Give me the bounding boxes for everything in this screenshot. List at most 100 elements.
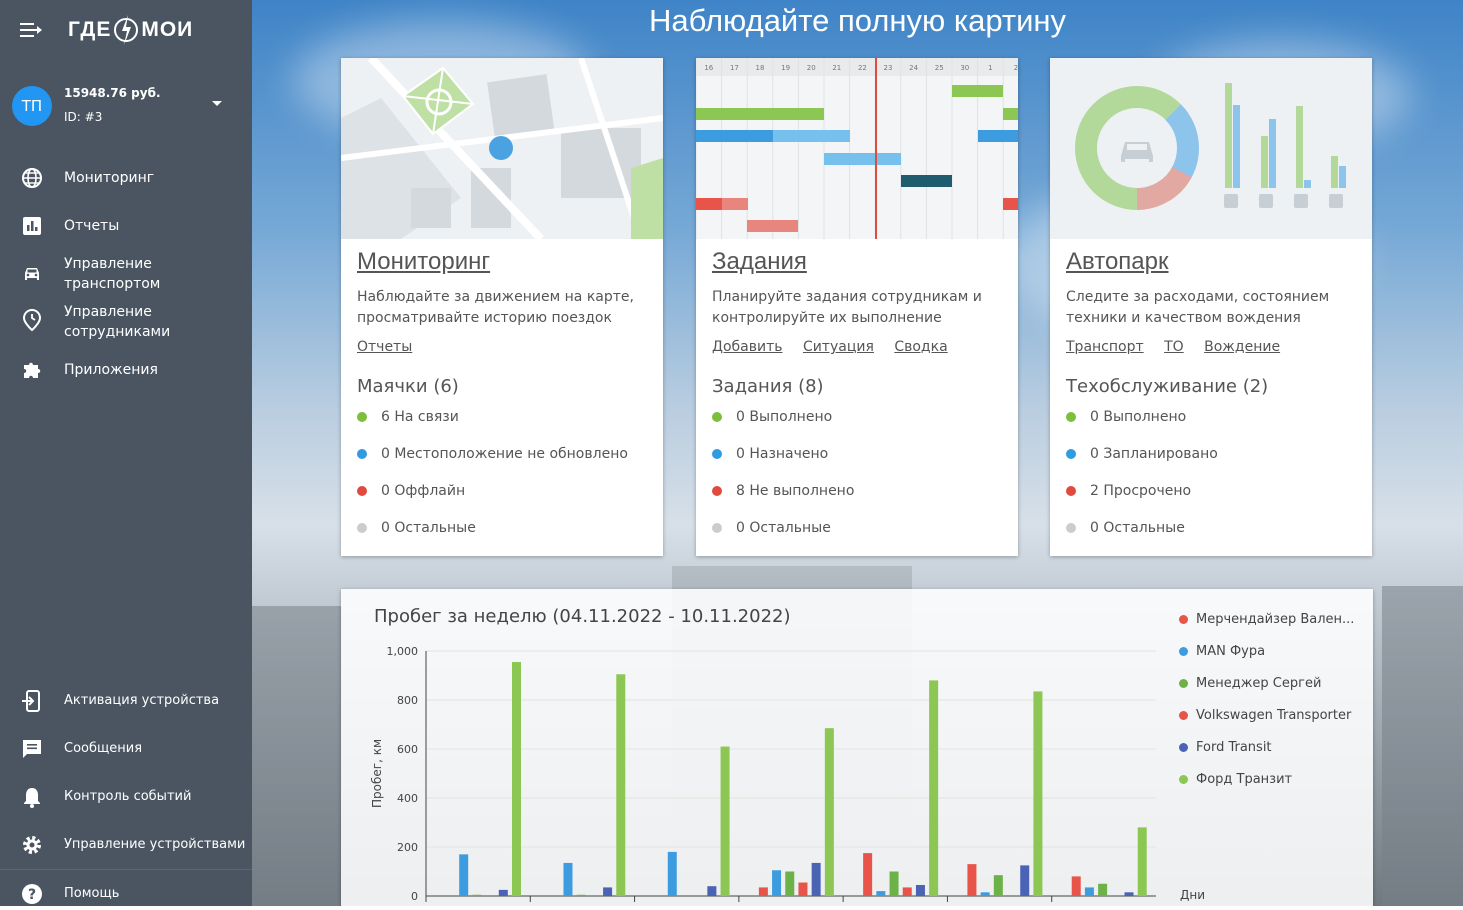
legend-item[interactable]: Мерчендайзер Вален... [1179, 603, 1354, 635]
bar-chart-icon [20, 214, 44, 238]
map-illustration [341, 58, 663, 239]
gantt-day-label: 20 [807, 64, 816, 72]
gantt-illustration: 16 17 18 19 20 21 22 23 24 25 30 1 2 [696, 58, 1018, 239]
gantt-day-label: 1 [988, 64, 992, 72]
sidebar-item-messages[interactable]: Сообщения [0, 737, 252, 761]
sidebar-item-device-activation[interactable]: Активация устройства [0, 689, 252, 713]
chart-bar [785, 871, 795, 896]
sidebar-item-label-2: транспортом [64, 276, 161, 292]
link-summary[interactable]: Сводка [894, 339, 947, 355]
gear-icon [20, 833, 44, 857]
status-dot [357, 412, 367, 422]
card-title-tasks[interactable]: Задания [712, 248, 807, 276]
y-tick-label: 600 [397, 743, 418, 756]
chart-bar [967, 864, 977, 896]
sidebar-item-label: Активация устройства [64, 693, 220, 708]
card-title-fleet[interactable]: Автопарк [1066, 248, 1169, 276]
gantt-day-label: 22 [858, 64, 867, 72]
gantt-bar [696, 130, 773, 142]
account-balance: 15948.76 руб. [64, 86, 161, 100]
legend-item[interactable]: Ford Transit [1179, 731, 1354, 763]
legend-label: Менеджер Сергей [1196, 675, 1322, 691]
stat-assigned: 0 Назначено [712, 446, 828, 462]
help-icon: ? [20, 882, 44, 906]
card-links: Отчеты [357, 339, 428, 355]
chart-bar [616, 674, 626, 896]
gantt-day-label: 24 [909, 64, 918, 72]
sidebar-item-label-2: сотрудниками [64, 324, 171, 340]
chevron-down-icon[interactable] [212, 101, 222, 106]
sidebar-item-reports[interactable]: Отчеты [0, 214, 252, 238]
chart-bar [603, 887, 613, 896]
sidebar-item-label: Помощь [64, 886, 120, 901]
sidebar-item-transport[interactable]: Управление транспортом [0, 254, 252, 294]
stat-label: 0 Остальные [736, 520, 831, 536]
globe-icon [20, 166, 44, 190]
link-add[interactable]: Добавить [712, 339, 782, 355]
legend-item[interactable]: Volkswagen Transporter [1179, 699, 1354, 731]
chart-bar [576, 894, 586, 896]
stat-done: 0 Выполнено [1066, 409, 1186, 425]
sidebar-item-label: Сообщения [64, 741, 143, 756]
sidebar-item-device-management[interactable]: Управление устройствами [0, 833, 252, 857]
legend-dot [1179, 678, 1188, 688]
sidebar-item-label: Управление [64, 304, 152, 320]
card-tasks: 16 17 18 19 20 21 22 23 24 25 30 1 2 Задания Планиру… [696, 58, 1018, 556]
status-dot [1066, 449, 1076, 459]
link-reports[interactable]: Отчеты [357, 339, 412, 355]
stat-label: 0 Выполнено [1090, 409, 1187, 425]
chart-bar [798, 882, 808, 896]
fleet-illustration [1050, 58, 1372, 239]
menu-toggle-icon[interactable] [20, 21, 42, 39]
stat-label: 0 Остальные [1090, 520, 1185, 536]
chart-bar [512, 662, 521, 896]
car-icon [20, 262, 44, 286]
sidebar-item-label: Приложения [64, 362, 158, 378]
sidebar-item-apps[interactable]: Приложения [0, 358, 252, 382]
mileage-chart-card: 0 200 400 600 800 1,000 Пробег, км Дни Пробег з… [341, 589, 1373, 906]
legend-label: Volkswagen Transporter [1196, 707, 1352, 723]
stat-other: 0 Остальные [1066, 520, 1185, 536]
stat-heading: Техобслуживание (2) [1066, 376, 1269, 397]
gantt-day-label: 2 [1014, 64, 1018, 72]
link-transport[interactable]: Транспорт [1066, 339, 1144, 355]
card-monitoring: Мониторинг Наблюдайте за движением на ка… [341, 58, 663, 556]
logo[interactable]: ГДЕ МОИ [68, 10, 193, 50]
compass-icon [113, 13, 139, 47]
card-description: Следите за расходами, состоянием техники… [1066, 289, 1330, 326]
chart-bar [876, 891, 886, 896]
gantt-bar [747, 220, 798, 232]
chart-legend: Мерчендайзер Вален... MAN Фура Менеджер Се… [1179, 603, 1354, 795]
sidebar-item-label: Мониторинг [64, 170, 155, 186]
stat-label: 0 Оффлайн [381, 483, 466, 499]
link-maintenance[interactable]: ТО [1164, 339, 1184, 355]
user-account[interactable]: ТП 15948.76 руб. ID: #3 [12, 86, 242, 130]
chart-bar [902, 887, 912, 896]
link-driving[interactable]: Вождение [1204, 339, 1280, 355]
puzzle-icon [20, 358, 44, 382]
sidebar-item-label: Управление [64, 256, 152, 272]
divider [0, 869, 252, 870]
card-links: Добавить Ситуация Сводка [712, 339, 964, 355]
y-tick-label: 200 [397, 841, 418, 854]
stat-other: 0 Остальные [357, 520, 476, 536]
stat-label: 2 Просрочено [1090, 483, 1192, 499]
sidebar-item-employees[interactable]: Управление сотрудниками [0, 302, 252, 342]
chart-bar [720, 746, 730, 896]
chart-bar [667, 851, 677, 896]
logo-text-left: ГДЕ [68, 18, 112, 41]
sidebar-item-events[interactable]: Контроль событий [0, 785, 252, 809]
sidebar-item-help[interactable]: ? Помощь [0, 882, 252, 906]
legend-dot [1179, 774, 1188, 784]
legend-item[interactable]: Менеджер Сергей [1179, 667, 1354, 699]
gantt-bar [722, 198, 748, 210]
legend-item[interactable]: MAN Фура [1179, 635, 1354, 667]
legend-item[interactable]: Форд Транзит [1179, 763, 1354, 795]
link-situation[interactable]: Ситуация [803, 339, 874, 355]
sidebar-item-label: Отчеты [64, 218, 120, 234]
sidebar-item-monitoring[interactable]: Мониторинг [0, 166, 252, 190]
stat-other: 0 Остальные [712, 520, 831, 536]
card-description: Планируйте задания сотрудникам и контрол… [712, 289, 982, 326]
card-title-monitoring[interactable]: Мониторинг [357, 248, 490, 276]
avatar: ТП [12, 86, 52, 126]
